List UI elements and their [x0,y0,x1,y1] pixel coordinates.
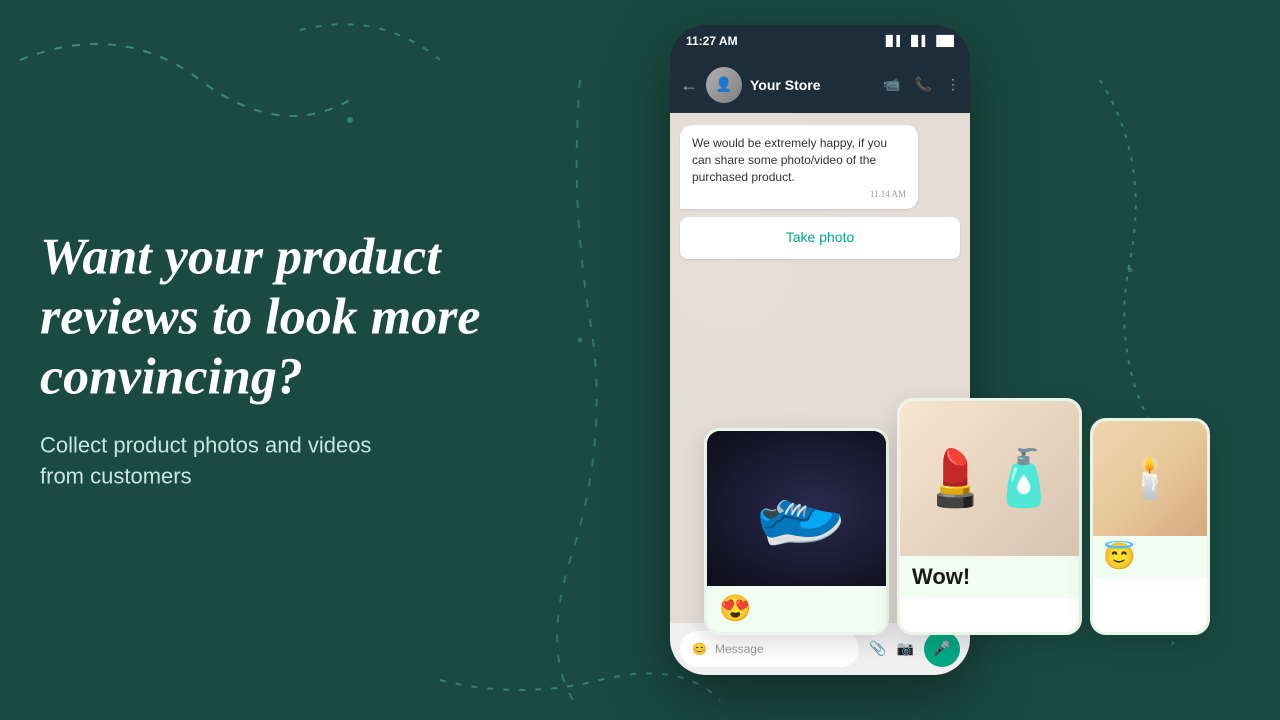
subtext: Collect product photos and videosfrom cu… [40,431,560,493]
mic-button[interactable]: 🎤 [924,631,960,667]
battery-icon: ▐██ [933,36,954,47]
phone-and-cards-wrapper: 11:27 AM ▐▌▌ ▐▌▌ ▐██ ← 👤 Your Store 📹 📞 … [670,25,1190,705]
card-footer-candle: 😇 [1093,536,1207,578]
avatar-inner: 👤 [706,67,742,103]
message-bubble: We would be extremely happy, if you can … [680,125,918,209]
review-card-shoe: 👟 😍 [704,428,889,635]
emoji-icon[interactable]: 😊 [692,642,707,656]
more-options-icon[interactable]: ⋮ [946,77,960,94]
status-icons: ▐▌▌ ▐▌▌ ▐██ [882,36,954,47]
wow-text: Wow! [912,564,970,590]
wifi-icon: ▐▌▌ [907,36,928,47]
message-text: We would be extremely happy, if you can … [692,135,906,185]
status-time: 11:27 AM [686,34,738,48]
candle-image: 🕯️ [1093,421,1207,536]
whatsapp-header: ← 👤 Your Store 📹 📞 ⋮ [670,57,970,113]
card-footer-shoe: 😍 [707,586,886,632]
review-card-candle: 🕯️ 😇 [1090,418,1210,635]
review-card-perfume: 💄🧴 Wow! [897,398,1082,635]
perfume-image: 💄🧴 [900,401,1079,556]
left-section: Want your product reviews to look more c… [40,228,560,493]
back-icon[interactable]: ← [680,75,698,96]
candle-emoji: 🕯️ [1125,455,1175,502]
take-photo-bar[interactable]: Take photo [680,217,960,259]
store-name: Your Store [750,77,875,93]
card-footer-perfume: Wow! [900,556,1079,598]
video-call-icon[interactable]: 📹 [883,77,900,94]
message-placeholder: Message [715,642,764,656]
store-avatar: 👤 [706,67,742,103]
perfume-emoji: 💄🧴 [921,447,1058,511]
heart-eyes-emoji: 😍 [719,594,751,624]
angel-emoji: 😇 [1103,542,1135,572]
message-time: 11.14 AM [692,189,906,199]
review-cards-container: 👟 😍 💄🧴 Wow! 🕯️ 😇 [704,428,1210,635]
header-action-icons: 📹 📞 ⋮ [883,77,960,94]
signal-icon: ▐▌▌ [882,36,903,47]
status-bar: 11:27 AM ▐▌▌ ▐▌▌ ▐██ [670,25,970,57]
camera-icon[interactable]: 📷 [897,641,914,658]
take-photo-label[interactable]: Take photo [786,229,855,245]
shoe-image: 👟 [707,431,886,586]
message-input-field[interactable]: 😊 Message [680,631,859,667]
mic-icon: 🎤 [933,641,950,658]
voice-call-icon[interactable]: 📞 [915,77,932,94]
attach-icon[interactable]: 📎 [869,641,886,658]
headline: Want your product reviews to look more c… [40,228,560,407]
